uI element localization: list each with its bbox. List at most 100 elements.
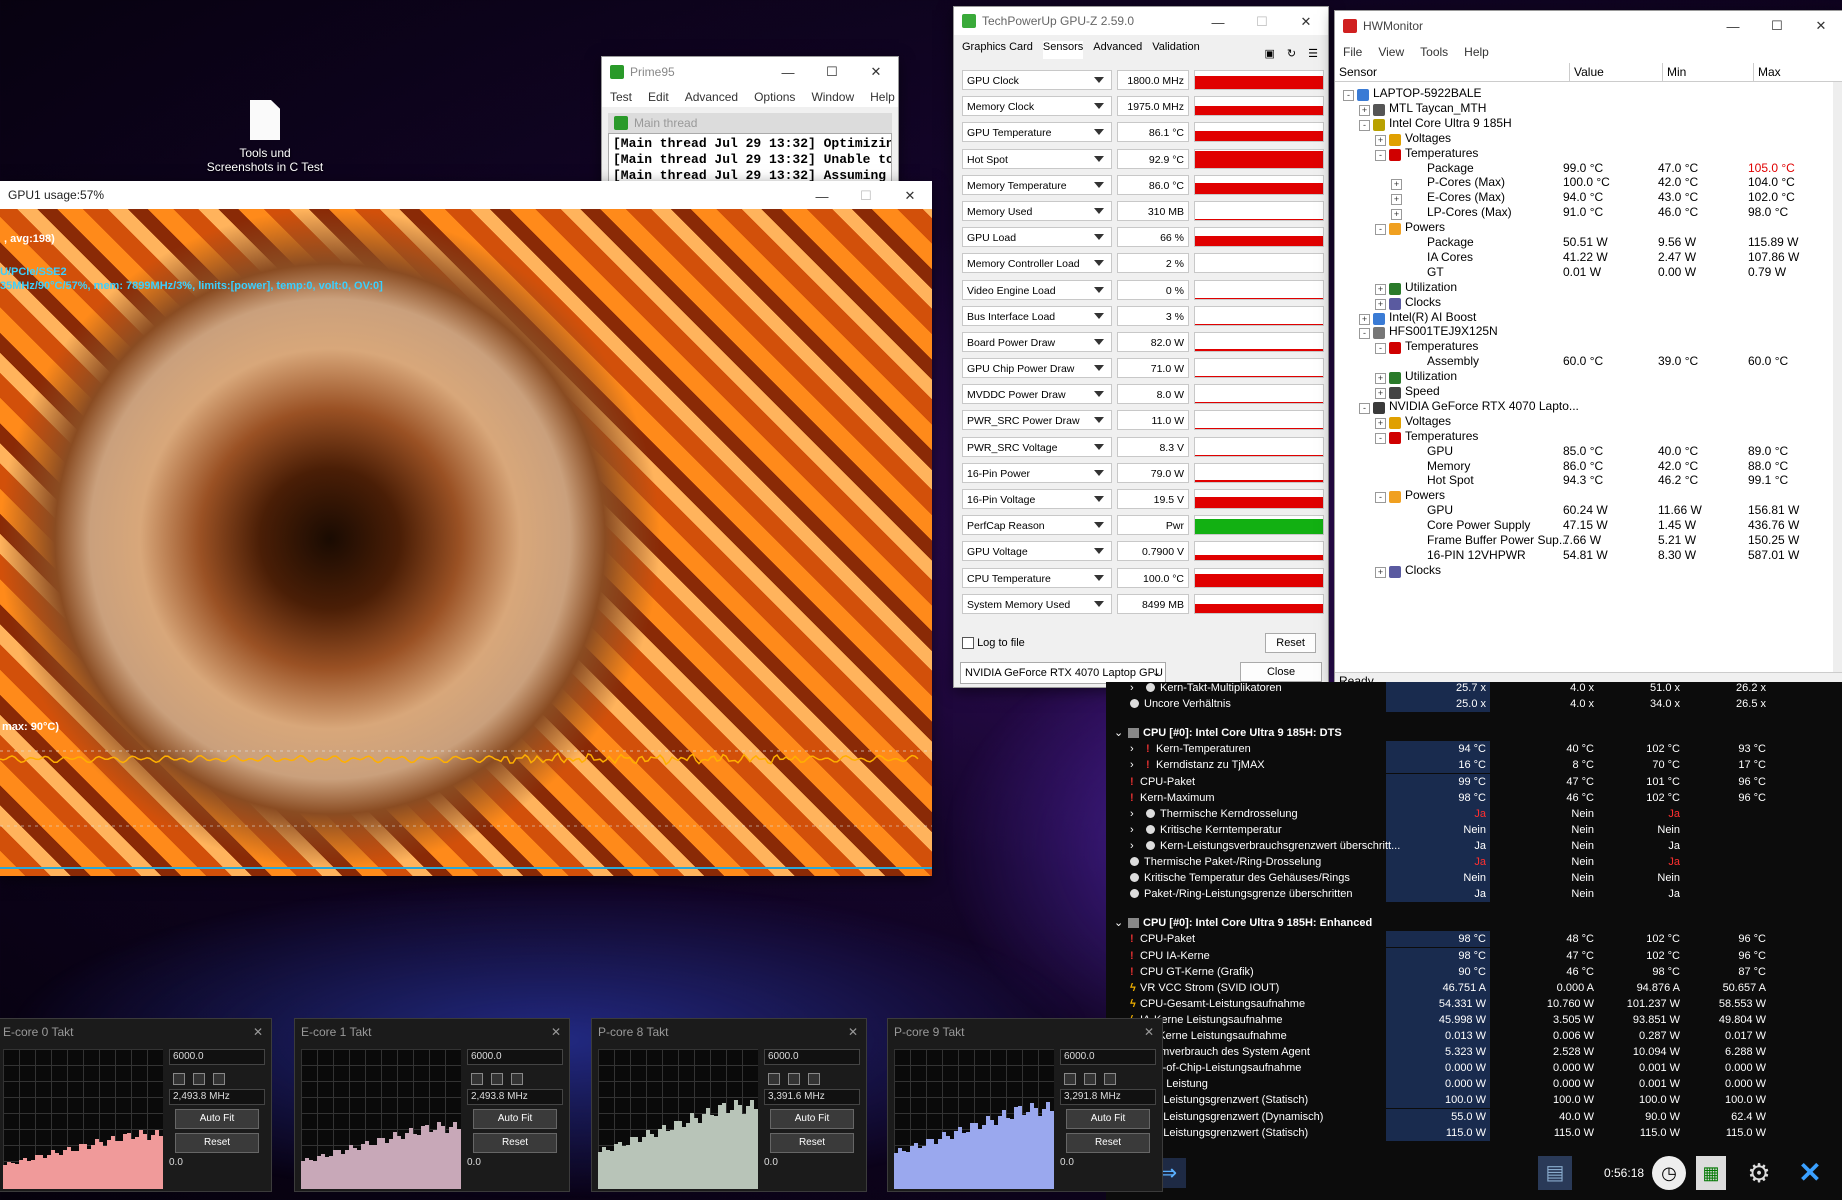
section-header[interactable]: ⌄ CPU [#0]: Intel Core Ultra 9 185H: DTS <box>1106 725 1842 741</box>
tree-row[interactable]: Package 99.0 °C 47.0 °C 105.0 °C <box>1335 161 1825 176</box>
tab-graphics-card[interactable]: Graphics Card <box>962 41 1033 59</box>
option-toggle-icon[interactable] <box>511 1073 523 1085</box>
sensor-name-dropdown[interactable]: GPU Clock <box>962 70 1112 90</box>
tracker-titlebar[interactable]: E-core 0 Takt ✕ <box>0 1019 271 1045</box>
menu-help[interactable]: Help <box>870 90 895 104</box>
tree-row[interactable]: + Voltages <box>1335 414 1825 429</box>
tree-row[interactable]: - Intel Core Ultra 9 185H <box>1335 116 1825 131</box>
expand-chevron-icon[interactable]: › <box>1130 757 1134 773</box>
dropdown-arrow-icon[interactable] <box>1094 365 1104 372</box>
sensor-name-dropdown[interactable]: Board Power Draw <box>962 331 1112 352</box>
tree-row[interactable]: + Clocks <box>1335 295 1825 310</box>
auto-fit-button[interactable]: Auto Fit <box>1066 1109 1150 1129</box>
menu-window[interactable]: Window <box>811 90 854 104</box>
collapse-icon[interactable]: - <box>1359 328 1370 340</box>
dropdown-arrow-icon[interactable] <box>1094 574 1104 581</box>
sensor-name-dropdown[interactable]: Bus Interface Load <box>962 305 1112 326</box>
close-button[interactable]: ✕ <box>1284 7 1328 37</box>
tree-row[interactable]: IA Cores 41.22 W 2.47 W 107.86 W <box>1335 250 1825 265</box>
dropdown-arrow-icon[interactable] <box>1094 496 1104 502</box>
maximize-button[interactable]: ☐ <box>1755 11 1799 41</box>
dropdown-arrow-icon[interactable] <box>1094 129 1104 136</box>
close-button[interactable]: ✕ <box>888 181 932 211</box>
sensor-tracker-window[interactable]: E-core 0 Takt ✕ 6000.0 2,493.8 MHz Auto Fit R… <box>0 1018 272 1192</box>
collapse-icon[interactable]: - <box>1359 402 1370 414</box>
sensor-row[interactable]: ϟPCH Leistung0.000 W0.000 W0.001 W0.000 … <box>1106 1076 1842 1093</box>
dropdown-arrow-icon[interactable] <box>1094 391 1104 398</box>
sensor-name-dropdown[interactable]: GPU Load <box>962 227 1112 248</box>
dropdown-arrow-icon[interactable] <box>1094 417 1104 424</box>
tab-sensors[interactable]: Sensors <box>1042 41 1084 59</box>
close-button[interactable]: ✕ <box>854 57 898 87</box>
minimize-button[interactable]: — <box>766 57 810 87</box>
expand-icon[interactable]: + <box>1375 283 1386 295</box>
menu-view[interactable]: View <box>1378 45 1404 59</box>
gpuz-titlebar[interactable]: TechPowerUp GPU-Z 2.59.0 — ☐ ✕ <box>954 7 1328 35</box>
sensor-row[interactable]: ϟGT-Kerne Leistungsaufnahme0.013 W0.006 … <box>1106 1028 1842 1044</box>
menu-test[interactable]: Test <box>610 90 632 104</box>
sensor-tracker-window[interactable]: P-core 8 Takt ✕ 6000.0 3,391.6 MHz Auto Fit R… <box>591 1018 867 1192</box>
clock-icon[interactable]: ◷ <box>1652 1156 1686 1190</box>
collapse-icon[interactable]: - <box>1375 149 1386 161</box>
collapse-icon[interactable]: - <box>1343 90 1354 101</box>
section-header[interactable]: ⌄ CPU [#0]: Intel Core Ultra 9 185H: Enha… <box>1106 915 1842 931</box>
tree-row[interactable]: Hot Spot 94.3 °C 46.2 °C 99.1 °C <box>1335 473 1825 488</box>
sensor-row[interactable]: ϟPL1-Leistungsgrenzwert (Dynamisch)55.0 … <box>1106 1108 1842 1125</box>
dropdown-arrow-icon[interactable] <box>1094 338 1104 345</box>
expand-icon[interactable]: + <box>1375 566 1386 578</box>
furmark-titlebar[interactable]: GPU1 usage:57% — ☐ ✕ <box>0 181 932 209</box>
tree-row[interactable]: - Powers <box>1335 488 1825 504</box>
desktop-icon-tools[interactable]: Tools und Screenshots in C Test <box>205 100 325 174</box>
option-toggle-icon[interactable] <box>768 1073 780 1085</box>
sensor-row[interactable]: ›! Kerndistanz zu TjMAX 16 °C 8 °C 70 °C 17 °… <box>1106 757 1842 774</box>
collapse-icon[interactable]: - <box>1375 224 1386 236</box>
sensor-row[interactable]: ϟRest-of-Chip-Leistungsaufnahme0.000 W0.… <box>1106 1060 1842 1077</box>
expand-icon[interactable]: + <box>1375 373 1386 385</box>
expand-chevron-icon[interactable]: › <box>1130 838 1134 854</box>
option-toggle-icon[interactable] <box>1084 1073 1096 1085</box>
col-sensor[interactable]: Sensor <box>1335 63 1570 81</box>
menu-icon[interactable]: ☰ <box>1308 47 1318 60</box>
tree-row[interactable]: + Clocks <box>1335 563 1825 578</box>
expand-icon[interactable]: + <box>1375 417 1386 429</box>
checkbox-box[interactable] <box>962 637 974 650</box>
dropdown-arrow-icon[interactable] <box>1094 181 1104 188</box>
tree-row[interactable]: + Utilization <box>1335 369 1825 385</box>
minimize-button[interactable]: — <box>1196 7 1240 37</box>
prime95-titlebar[interactable]: Prime95 — ☐ ✕ <box>602 57 898 87</box>
option-toggle-icon[interactable] <box>173 1073 185 1085</box>
tree-row[interactable]: Frame Buffer Power Sup... 7.66 W 5.21 W 150… <box>1335 533 1825 548</box>
tab-advanced[interactable]: Advanced <box>1093 41 1142 59</box>
menu-file[interactable]: File <box>1343 45 1362 59</box>
menu-tools[interactable]: Tools <box>1420 45 1448 59</box>
sensor-name-dropdown[interactable]: GPU Voltage <box>962 541 1112 562</box>
option-toggle-icon[interactable] <box>808 1073 820 1085</box>
hwmonitor-window[interactable]: HWMonitor — ☐ ✕ File View Tools Help Sensor… <box>1334 10 1842 684</box>
dropdown-arrow-icon[interactable] <box>1094 234 1104 241</box>
tree-row[interactable]: - Temperatures <box>1335 429 1825 444</box>
reset-button[interactable]: Reset <box>1066 1133 1150 1153</box>
close-icon[interactable]: ✕ <box>848 1019 858 1045</box>
reset-button[interactable]: Reset <box>473 1133 557 1153</box>
option-toggle-icon[interactable] <box>213 1073 225 1085</box>
sensor-name-dropdown[interactable]: PerfCap Reason <box>962 515 1112 536</box>
auto-fit-button[interactable]: Auto Fit <box>473 1109 557 1129</box>
tree-row[interactable]: - LAPTOP-5922BALE <box>1335 86 1825 101</box>
close-icon[interactable]: ✕ <box>253 1019 263 1045</box>
dropdown-arrow-icon[interactable] <box>1094 600 1104 607</box>
expand-chevron-icon[interactable]: › <box>1130 806 1134 822</box>
sensor-row[interactable]: ! Kern-Maximum 98 °C 46 °C 102 °C 96 °C <box>1106 789 1842 806</box>
sensor-row[interactable]: ϟPL1-Leistungsgrenzwert (Statisch)100.0 … <box>1106 1092 1842 1109</box>
main-thread-subwindow-title[interactable]: Main thread <box>608 113 892 133</box>
sensor-row[interactable]: ϟPL2-Leistungsgrenzwert (Statisch)115.0 … <box>1106 1124 1842 1141</box>
gpuz-window[interactable]: TechPowerUp GPU-Z 2.59.0 — ☐ ✕ Graphics … <box>953 6 1329 688</box>
log-to-file-checkbox[interactable]: Log to file <box>962 637 1025 650</box>
collapse-icon[interactable]: - <box>1359 119 1370 131</box>
dropdown-arrow-icon[interactable] <box>1094 548 1104 555</box>
dropdown-arrow-icon[interactable] <box>1094 522 1104 529</box>
sensor-row[interactable]: › Kritische Kerntemperatur Nein Nein Nein <box>1106 821 1842 838</box>
sensor-row[interactable]: Uncore Verhältnis 25.0 x 4.0 x 34.0 x 26.5 x <box>1106 696 1842 713</box>
sensor-row[interactable]: ! CPU-Paket 98 °C 48 °C 102 °C 96 °C <box>1106 931 1842 948</box>
expand-icon[interactable]: + <box>1375 134 1386 146</box>
reset-button[interactable]: Reset <box>770 1133 854 1153</box>
